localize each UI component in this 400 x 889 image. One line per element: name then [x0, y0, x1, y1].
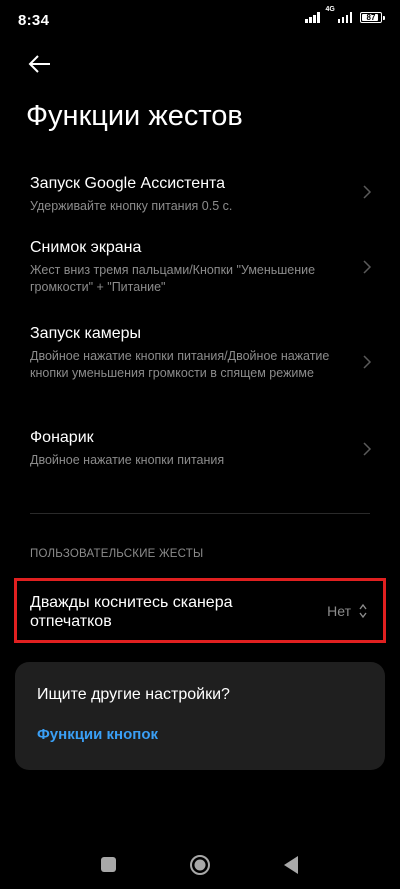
gesture-title: Дважды коснитесь сканера отпечатков [30, 594, 233, 630]
chevron-right-icon [363, 355, 372, 369]
setting-flashlight[interactable]: Фонарик Двойное нажатие кнопки питания [0, 414, 400, 484]
page-title: Функции жестов [26, 100, 243, 132]
setting-title: Запуск камеры [30, 325, 142, 342]
section-header-custom-gestures: ПОЛЬЗОВАТЕЛЬСКИЕ ЖЕСТЫ [30, 548, 204, 560]
navigation-bar [0, 840, 400, 889]
status-time: 8:34 [18, 12, 50, 29]
setting-subtitle: Жест вниз тремя пальцами/Кнопки "Уменьше… [30, 263, 316, 294]
back-button[interactable] [22, 48, 58, 80]
setting-title: Запуск Google Ассистента [30, 175, 226, 192]
button-functions-link[interactable]: Функции кнопок [37, 726, 158, 743]
setting-google-assistant[interactable]: Запуск Google Ассистента Удерживайте кно… [0, 160, 400, 224]
network-type-label: 4G [325, 6, 335, 13]
signal-4g-icon: 4G [326, 6, 352, 23]
setting-screenshot[interactable]: Снимок экрана Жест вниз тремя пальцами/К… [0, 224, 400, 310]
status-bar: 8:34 4G 87 [0, 0, 400, 40]
card-question: Ищите другие настройки? [37, 686, 230, 703]
status-icons: 4G 87 [305, 6, 385, 23]
arrow-left-icon [28, 55, 50, 73]
battery-icon: 87 [360, 12, 385, 23]
home-button[interactable] [189, 854, 211, 876]
setting-subtitle: Двойное нажатие кнопки питания/Двойное н… [30, 349, 330, 380]
settings-list: Запуск Google Ассистента Удерживайте кно… [0, 160, 400, 484]
setting-title: Снимок экрана [30, 239, 142, 256]
nav-back-button[interactable] [283, 855, 299, 875]
signal-icon [305, 12, 320, 23]
chevron-right-icon [363, 260, 372, 274]
setting-subtitle: Удерживайте кнопку питания 0.5 с. [30, 199, 233, 213]
gesture-value: Нет [327, 603, 351, 619]
chevron-right-icon [363, 442, 372, 456]
recent-apps-button[interactable] [101, 857, 116, 872]
setting-camera-launch[interactable]: Запуск камеры Двойное нажатие кнопки пит… [0, 310, 400, 414]
setting-title: Фонарик [30, 429, 94, 446]
divider [30, 513, 370, 514]
more-settings-card: Ищите другие настройки? Функции кнопок [15, 662, 385, 770]
fingerprint-double-tap-setting[interactable]: Дважды коснитесь сканера отпечатков Нет [14, 578, 386, 643]
battery-level: 87 [366, 13, 376, 22]
setting-subtitle: Двойное нажатие кнопки питания [30, 453, 225, 467]
up-down-arrows-icon [359, 603, 367, 619]
chevron-right-icon [363, 185, 372, 199]
